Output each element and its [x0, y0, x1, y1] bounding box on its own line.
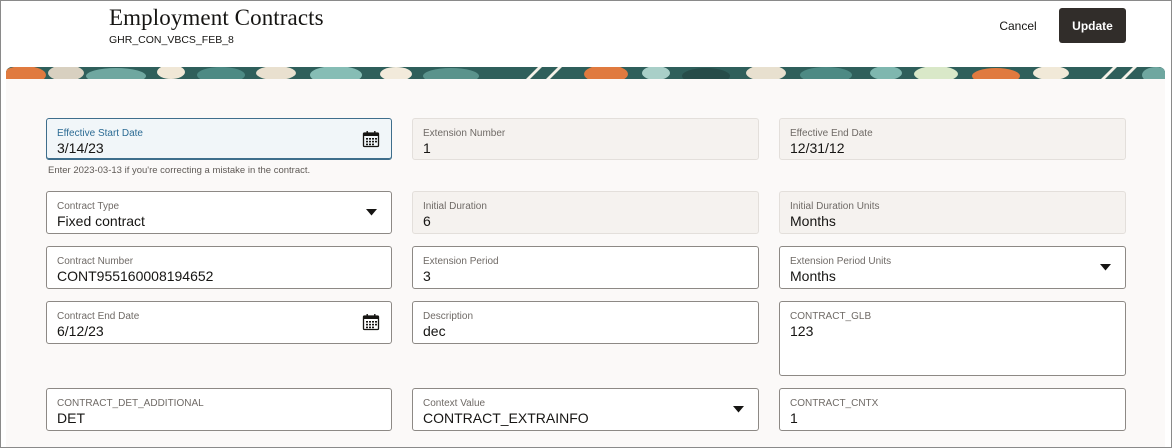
contract-glb-label: CONTRACT_GLB: [790, 311, 872, 322]
contract-det-additional-field[interactable]: CONTRACT_DET_ADDITIONAL DET: [46, 388, 392, 431]
calendar-icon[interactable]: [362, 313, 380, 331]
contract-type-label: Contract Type: [57, 201, 120, 212]
contract-cntx-label: CONTRACT_CNTX: [790, 398, 879, 409]
effective-start-date-value: 3/14/23: [57, 140, 104, 156]
chevron-down-icon[interactable]: [366, 209, 377, 216]
decorative-banner: [6, 67, 1165, 79]
description-field[interactable]: Description dec: [412, 301, 759, 344]
contract-number-label: Contract Number: [57, 256, 134, 267]
page-header: Employment Contracts GHR_CON_VBCS_FEB_8 …: [1, 1, 1171, 67]
contract-det-additional-value: DET: [57, 410, 85, 426]
context-value-select[interactable]: Context Value CONTRACT_EXTRAINFO: [412, 388, 759, 431]
context-value-label: Context Value: [423, 398, 486, 409]
effective-end-date-field: Effective End Date 12/31/12: [779, 118, 1126, 160]
initial-duration-value: 6: [423, 213, 431, 229]
cancel-button[interactable]: Cancel: [987, 11, 1049, 41]
chevron-down-icon[interactable]: [1100, 264, 1111, 271]
effective-end-date-label: Effective End Date: [790, 128, 873, 139]
extension-number-value: 1: [423, 140, 431, 156]
extension-period-units-select[interactable]: Extension Period Units Months: [779, 246, 1126, 289]
contract-det-additional-label: CONTRACT_DET_ADDITIONAL: [57, 398, 204, 409]
contract-cntx-value: 1: [790, 410, 798, 426]
context-value-value: CONTRACT_EXTRAINFO: [423, 410, 589, 426]
calendar-icon[interactable]: [362, 130, 380, 148]
initial-duration-units-label: Initial Duration Units: [790, 201, 880, 212]
contract-type-value: Fixed contract: [57, 213, 145, 229]
effective-start-date-field[interactable]: Effective Start Date 3/14/23: [46, 118, 392, 160]
effective-start-date-label: Effective Start Date: [57, 128, 143, 139]
effective-end-date-value: 12/31/12: [790, 140, 845, 156]
contract-glb-value: 123: [790, 323, 814, 339]
contract-end-date-label: Contract End Date: [57, 311, 140, 322]
extension-period-units-value: Months: [790, 268, 836, 284]
contract-end-date-value: 6/12/23: [57, 323, 104, 339]
contract-end-date-field[interactable]: Contract End Date 6/12/23: [46, 301, 392, 344]
extension-period-units-label: Extension Period Units: [790, 256, 892, 267]
app-window: Employment Contracts GHR_CON_VBCS_FEB_8 …: [0, 0, 1172, 448]
contract-number-field[interactable]: Contract Number CONT955160008194652: [46, 246, 392, 289]
extension-period-label: Extension Period: [423, 256, 499, 267]
initial-duration-units-value: Months: [790, 213, 836, 229]
effective-start-date-helper: Enter 2023-03-13 if you're correcting a …: [48, 165, 311, 176]
contract-glb-textarea[interactable]: CONTRACT_GLB 123: [779, 301, 1126, 376]
chevron-down-icon[interactable]: [733, 406, 744, 413]
extension-number-field: Extension Number 1: [412, 118, 759, 160]
description-label: Description: [423, 311, 474, 322]
extension-period-value: 3: [423, 268, 431, 284]
update-button[interactable]: Update: [1059, 8, 1126, 43]
contract-number-value: CONT955160008194652: [57, 268, 214, 284]
page-title: Employment Contracts: [109, 5, 324, 30]
description-value: dec: [423, 323, 446, 339]
page-subtitle: GHR_CON_VBCS_FEB_8: [109, 34, 234, 46]
contract-cntx-field[interactable]: CONTRACT_CNTX 1: [779, 388, 1126, 431]
contract-type-select[interactable]: Contract Type Fixed contract: [46, 191, 392, 234]
initial-duration-units-field: Initial Duration Units Months: [779, 191, 1126, 234]
initial-duration-field: Initial Duration 6: [412, 191, 759, 234]
initial-duration-label: Initial Duration: [423, 201, 487, 212]
extension-number-label: Extension Number: [423, 128, 506, 139]
extension-period-field[interactable]: Extension Period 3: [412, 246, 759, 289]
